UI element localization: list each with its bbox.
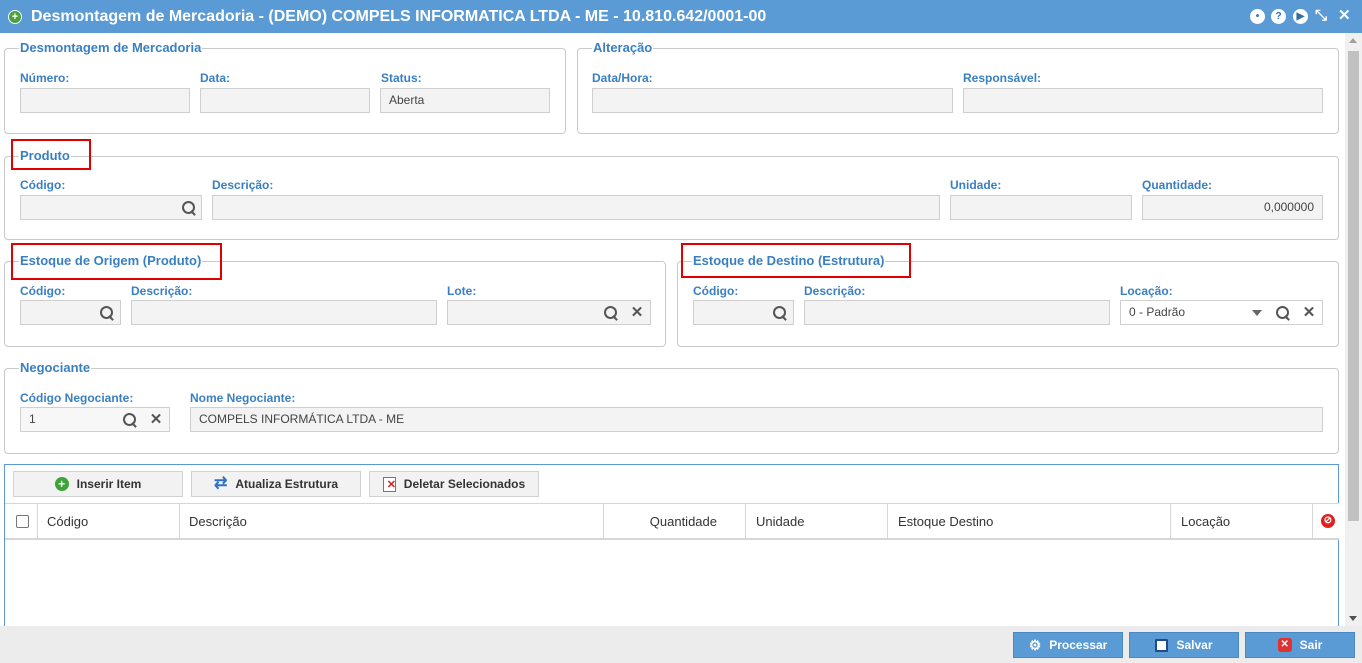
datahora-field (592, 88, 953, 113)
responsavel-field (963, 88, 1323, 113)
sair-button[interactable]: ✕ Sair (1245, 632, 1355, 658)
lote-clear-icon[interactable]: ✕ (626, 300, 648, 325)
responsavel-label: Responsável: (963, 71, 1042, 85)
deletar-selecionados-label: Deletar Selecionados (403, 477, 526, 491)
produto-descricao-label: Descrição: (212, 178, 274, 192)
exit-icon: ✕ (1277, 638, 1292, 652)
window-title: Desmontagem de Mercadoria - (DEMO) COMPE… (31, 8, 767, 25)
processar-label: Processar (1049, 638, 1108, 652)
origem-highlight-box (11, 243, 222, 280)
close-icon[interactable]: ✕ (1338, 7, 1351, 25)
help-icon[interactable]: ? (1271, 9, 1286, 24)
col-locacao[interactable]: Locação (1170, 504, 1312, 539)
atualiza-estrutura-label: Atualiza Estrutura (235, 477, 339, 491)
origem-descricao-field (131, 300, 437, 325)
select-all-checkbox[interactable] (16, 515, 29, 528)
deletar-selecionados-button[interactable]: ✕ Deletar Selecionados (369, 471, 539, 497)
origem-descricao-label: Descrição: (131, 284, 193, 298)
gear-icon: ⚙ (1028, 637, 1042, 653)
produto-codigo-label: Código: (20, 178, 66, 192)
col-estoque-destino[interactable]: Estoque Destino (887, 504, 1170, 539)
numero-field[interactable] (20, 88, 190, 113)
produto-codigo-field[interactable] (20, 195, 202, 220)
negociante-search-icon[interactable] (118, 407, 142, 432)
negociante-nome-label: Nome Negociante: (190, 391, 296, 405)
datahora-label: Data/Hora: (592, 71, 653, 85)
refresh-icon: ⇄ (213, 475, 228, 492)
negociante-clear-icon[interactable]: ✕ (145, 407, 167, 432)
salvar-label: Salvar (1176, 638, 1213, 652)
destino-descricao-label: Descrição: (804, 284, 866, 298)
destino-codigo-label: Código: (693, 284, 739, 298)
delete-document-icon: ✕ (382, 476, 396, 492)
vertical-scrollbar[interactable] (1345, 33, 1362, 626)
origem-codigo-label: Código: (20, 284, 66, 298)
destino-search-icon[interactable] (768, 300, 792, 325)
scroll-down-icon[interactable] (1349, 616, 1357, 621)
data-field[interactable] (200, 88, 370, 113)
save-icon (1155, 638, 1169, 652)
produto-search-icon[interactable] (177, 195, 201, 220)
scroll-up-icon[interactable] (1349, 38, 1357, 43)
minimize-icon[interactable]: • (1250, 9, 1265, 24)
collapse-icon[interactable]: ⤡ (1315, 7, 1327, 25)
scrollbar-thumb[interactable] (1348, 51, 1359, 521)
locacao-dropdown-icon[interactable] (1247, 300, 1267, 325)
atualiza-estrutura-button[interactable]: ⇄ Atualiza Estrutura (191, 471, 361, 497)
inserir-item-label: Inserir Item (76, 477, 142, 491)
processar-button[interactable]: ⚙ Processar (1013, 632, 1123, 658)
produto-highlight-box (11, 139, 91, 170)
col-remove-cell: ⊘ (1312, 504, 1339, 539)
locacao-search-icon[interactable] (1272, 300, 1294, 325)
window-title-bar: + Desmontagem de Mercadoria - (DEMO) COM… (0, 0, 1362, 33)
lote-label: Lote: (447, 284, 477, 298)
locacao-label: Locação: (1120, 284, 1173, 298)
quantidade-field[interactable]: 0,000000 (1142, 195, 1323, 220)
sair-label: Sair (1299, 638, 1323, 652)
origem-search-icon[interactable] (95, 300, 119, 325)
produto-descricao-field (212, 195, 940, 220)
col-descricao[interactable]: Descrição (179, 504, 603, 539)
unidade-field (950, 195, 1132, 220)
desmontagem-legend: Desmontagem de Mercadoria (19, 40, 203, 56)
numero-label: Número: (20, 71, 70, 85)
lote-search-icon[interactable] (600, 300, 622, 325)
negociante-legend: Negociante (19, 360, 92, 376)
destino-highlight-box (681, 243, 911, 278)
status-field: Aberta (380, 88, 550, 113)
play-icon[interactable]: ▶ (1293, 9, 1308, 24)
col-quantidade[interactable]: Quantidade (603, 504, 745, 539)
inserir-item-button[interactable]: + Inserir Item (13, 471, 183, 497)
grid-select-all-cell (5, 504, 37, 539)
destino-descricao-field (804, 300, 1110, 325)
locacao-clear-icon[interactable]: ✕ (1298, 300, 1320, 325)
col-codigo[interactable]: Código (37, 504, 179, 539)
col-unidade[interactable]: Unidade (745, 504, 887, 539)
remove-icon[interactable]: ⊘ (1321, 514, 1335, 528)
data-label: Data: (200, 71, 231, 85)
negociante-nome-field: COMPELS INFORMÁTICA LTDA - ME (190, 407, 1323, 432)
status-label: Status: (381, 71, 422, 85)
grid-header: Código Descrição Quantidade Unidade Esto… (5, 503, 1339, 540)
unidade-label: Unidade: (950, 178, 1002, 192)
quantidade-label: Quantidade: (1142, 178, 1213, 192)
add-icon: + (54, 477, 69, 491)
salvar-button[interactable]: Salvar (1129, 632, 1239, 658)
negociante-codigo-label: Código Negociante: (20, 391, 134, 405)
alteracao-legend: Alteração (592, 40, 654, 56)
app-icon: + (8, 10, 22, 24)
